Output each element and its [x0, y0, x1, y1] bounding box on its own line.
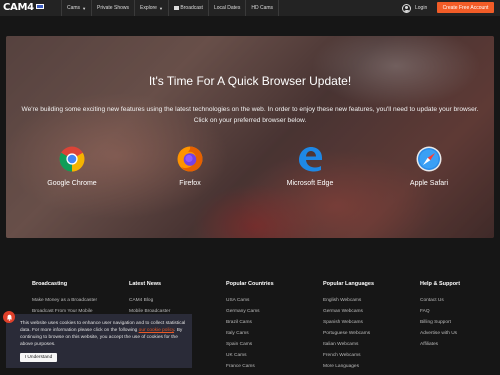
- nav-item-cams[interactable]: Cams ▼: [61, 0, 91, 16]
- login-button[interactable]: Login: [402, 3, 427, 13]
- footer-heading: Broadcasting: [32, 281, 68, 287]
- footer-heading: Popular Languages: [323, 281, 375, 287]
- footer-heading: Help & Support: [420, 281, 461, 287]
- main-nav: Cams ▼ Private Shows Explore ▼ Broadcast Local…: [61, 0, 280, 16]
- browser-safari[interactable]: Apple Safari: [389, 146, 469, 187]
- footer-link[interactable]: Portuguese Webcams: [323, 328, 374, 339]
- cookie-message: This website uses cookies to enhance use…: [20, 321, 186, 347]
- footer-link[interactable]: Billing Support: [420, 317, 460, 328]
- footer-link[interactable]: Brazil Cams: [226, 317, 274, 328]
- browser-label: Google Chrome: [47, 180, 97, 187]
- notification-bell-icon[interactable]: [3, 311, 15, 323]
- chevron-down-icon: ▼: [158, 5, 163, 11]
- nav-item-local-dates[interactable]: Local Dates: [207, 0, 245, 16]
- cookie-consent-banner: This website uses cookies to enhance use…: [6, 314, 192, 368]
- nav-item-label: Explore: [140, 5, 157, 11]
- browser-firefox[interactable]: Firefox: [150, 146, 230, 187]
- footer-col-latest-news: Latest News CAM4 Blog Mobile Broadcaster: [129, 281, 170, 317]
- footer-link[interactable]: More Languages: [323, 361, 374, 372]
- edge-icon: [299, 147, 322, 172]
- footer-link[interactable]: Italy Cams: [226, 328, 274, 339]
- cam4-logo[interactable]: CAM4: [3, 2, 44, 14]
- footer-link[interactable]: Affiliates: [420, 339, 460, 350]
- create-free-account-button[interactable]: Create Free Account: [437, 2, 494, 13]
- footer-link[interactable]: USA Cams: [226, 295, 274, 306]
- cookie-policy-link[interactable]: our cookie policy: [139, 328, 174, 333]
- firefox-icon: [177, 146, 203, 172]
- safari-icon: [416, 146, 442, 172]
- logo-text-four: 4: [27, 2, 34, 13]
- nav-item-broadcast[interactable]: Broadcast: [167, 0, 208, 16]
- footer-link[interactable]: FAQ: [420, 306, 460, 317]
- footer-col-help-support: Help & Support Contact Us FAQ Billing Suppo…: [420, 281, 460, 350]
- footer-col-popular-countries: Popular Countries USA Cams Germany Cams Bra…: [226, 281, 274, 372]
- logo-text-cam: CAM: [3, 2, 28, 13]
- chevron-down-icon: ▼: [82, 5, 87, 11]
- login-label: Login: [415, 5, 428, 11]
- footer-link[interactable]: English Webcams: [323, 295, 374, 306]
- camera-icon: [173, 6, 179, 10]
- browser-chrome[interactable]: Google Chrome: [32, 146, 112, 187]
- nav-item-hd-cams[interactable]: HD Cams: [245, 0, 280, 16]
- footer-link[interactable]: UK Cams: [226, 350, 274, 361]
- nav-item-explore[interactable]: Explore ▼: [134, 0, 168, 16]
- nav-item-label: Broadcast: [180, 5, 203, 11]
- nav-item-label: Private Shows: [97, 5, 129, 11]
- browser-label: Firefox: [179, 180, 201, 187]
- footer-link[interactable]: Germany Cams: [226, 306, 274, 317]
- nav-item-label: Cams: [67, 5, 81, 11]
- footer-link[interactable]: Spain Cams: [226, 339, 274, 350]
- nav-item-label: Local Dates: [213, 5, 241, 11]
- browser-update-banner: It's Time For A Quick Browser Update! We…: [6, 36, 494, 238]
- footer-link[interactable]: CAM4 Blog: [129, 295, 170, 306]
- footer-heading: Popular Countries: [226, 281, 274, 287]
- footer-link[interactable]: France Cams: [226, 361, 274, 372]
- flag-icon: [35, 3, 44, 9]
- footer-heading: Latest News: [129, 281, 162, 287]
- footer-link[interactable]: German Webcams: [323, 306, 374, 317]
- footer-link[interactable]: French Webcams: [323, 350, 374, 361]
- nav-item-private-shows[interactable]: Private Shows: [91, 0, 134, 16]
- top-navigation-bar: CAM4 Cams ▼ Private Shows Explore ▼ Broadcast…: [0, 0, 500, 16]
- footer-link[interactable]: Make Money as a Broadcaster: [32, 295, 97, 306]
- hero-description: We're building some exciting new feature…: [21, 106, 479, 124]
- footer-link[interactable]: Advertise with Us: [420, 328, 460, 339]
- hero-title: It's Time For A Quick Browser Update!: [148, 74, 352, 88]
- browser-edge[interactable]: Microsoft Edge: [270, 146, 350, 187]
- browser-label: Microsoft Edge: [286, 180, 334, 187]
- footer-link[interactable]: Contact Us: [420, 295, 460, 306]
- footer-link[interactable]: Italian Webcams: [323, 339, 374, 350]
- footer-col-popular-languages: Popular Languages English Webcams German W…: [323, 281, 374, 372]
- browser-label: Apple Safari: [409, 180, 449, 187]
- footer-link[interactable]: Spanish Webcams: [323, 317, 374, 328]
- footer-col-broadcasting: Broadcasting Make Money as a Broadcaster B…: [32, 281, 97, 317]
- chrome-icon: [59, 146, 85, 172]
- nav-item-label: HD Cams: [251, 5, 274, 11]
- i-understand-button[interactable]: I Understand: [20, 353, 57, 362]
- user-icon: [402, 3, 411, 13]
